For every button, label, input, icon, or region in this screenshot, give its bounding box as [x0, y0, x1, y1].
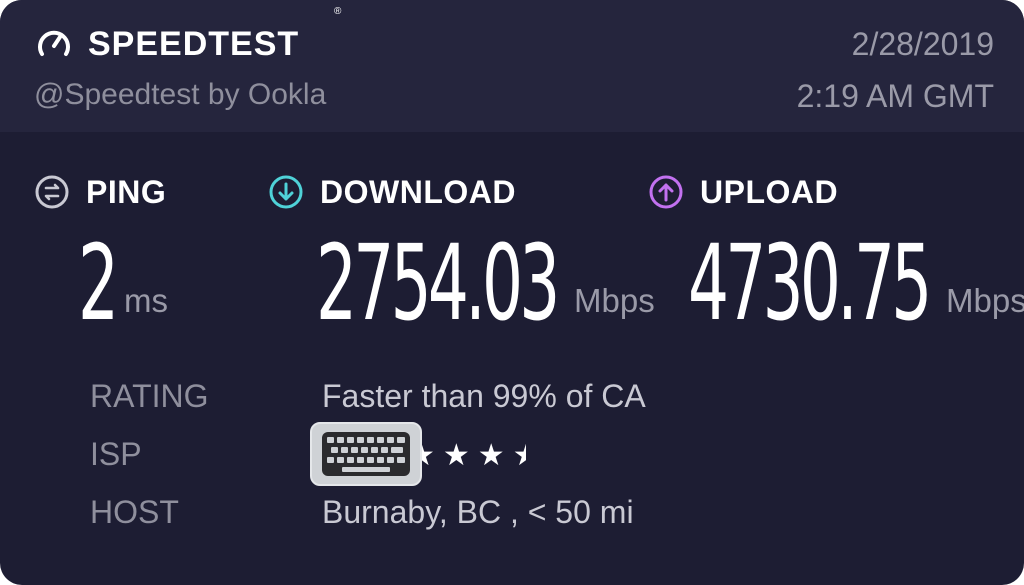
- test-date: 2/28/2019: [851, 26, 994, 62]
- download-value: 2754.03: [316, 222, 560, 344]
- upload-icon: [649, 175, 683, 209]
- half-star-icon: ★: [513, 438, 526, 473]
- isp-star-rating: ★★★★: [408, 438, 526, 473]
- test-time: 2:19 AM GMT: [796, 78, 994, 114]
- ping-value: 2: [78, 222, 119, 344]
- keyboard-keys-graphic: [322, 432, 410, 476]
- host-value: Burnaby, BC , < 50 mi: [322, 494, 634, 530]
- upload-unit: Mbps: [946, 282, 1024, 319]
- ping-unit: ms: [124, 282, 168, 319]
- rating-value: Faster than 99% of CA: [322, 378, 646, 414]
- isp-label: ISP: [90, 436, 142, 472]
- download-icon: [269, 175, 303, 209]
- header: SPEEDTEST ® @Speedtest by Ookla 2/28/201…: [0, 0, 1024, 132]
- download-header: DOWNLOAD: [268, 172, 516, 212]
- brand-logo: SPEEDTEST: [34, 22, 299, 66]
- account-handle: @Speedtest by Ookla: [34, 78, 327, 111]
- isp-stars: ★★★: [408, 439, 513, 472]
- keyboard-icon[interactable]: [310, 422, 422, 486]
- download-label: DOWNLOAD: [320, 173, 516, 210]
- rating-label: RATING: [90, 378, 209, 414]
- ping-icon: [35, 175, 69, 209]
- ping-header: PING: [34, 172, 166, 212]
- trademark-mark: ®: [334, 6, 342, 17]
- upload-header: UPLOAD: [648, 172, 838, 212]
- brand-name: SPEEDTEST: [88, 24, 300, 63]
- speedometer-icon: [38, 30, 70, 56]
- upload-value: 4730.75: [688, 222, 932, 344]
- upload-label: UPLOAD: [700, 173, 839, 210]
- download-unit: Mbps: [574, 282, 655, 319]
- speedtest-result-card: SPEEDTEST ® @Speedtest by Ookla 2/28/201…: [0, 0, 1024, 585]
- ping-label: PING: [86, 173, 167, 210]
- host-label: HOST: [90, 494, 179, 530]
